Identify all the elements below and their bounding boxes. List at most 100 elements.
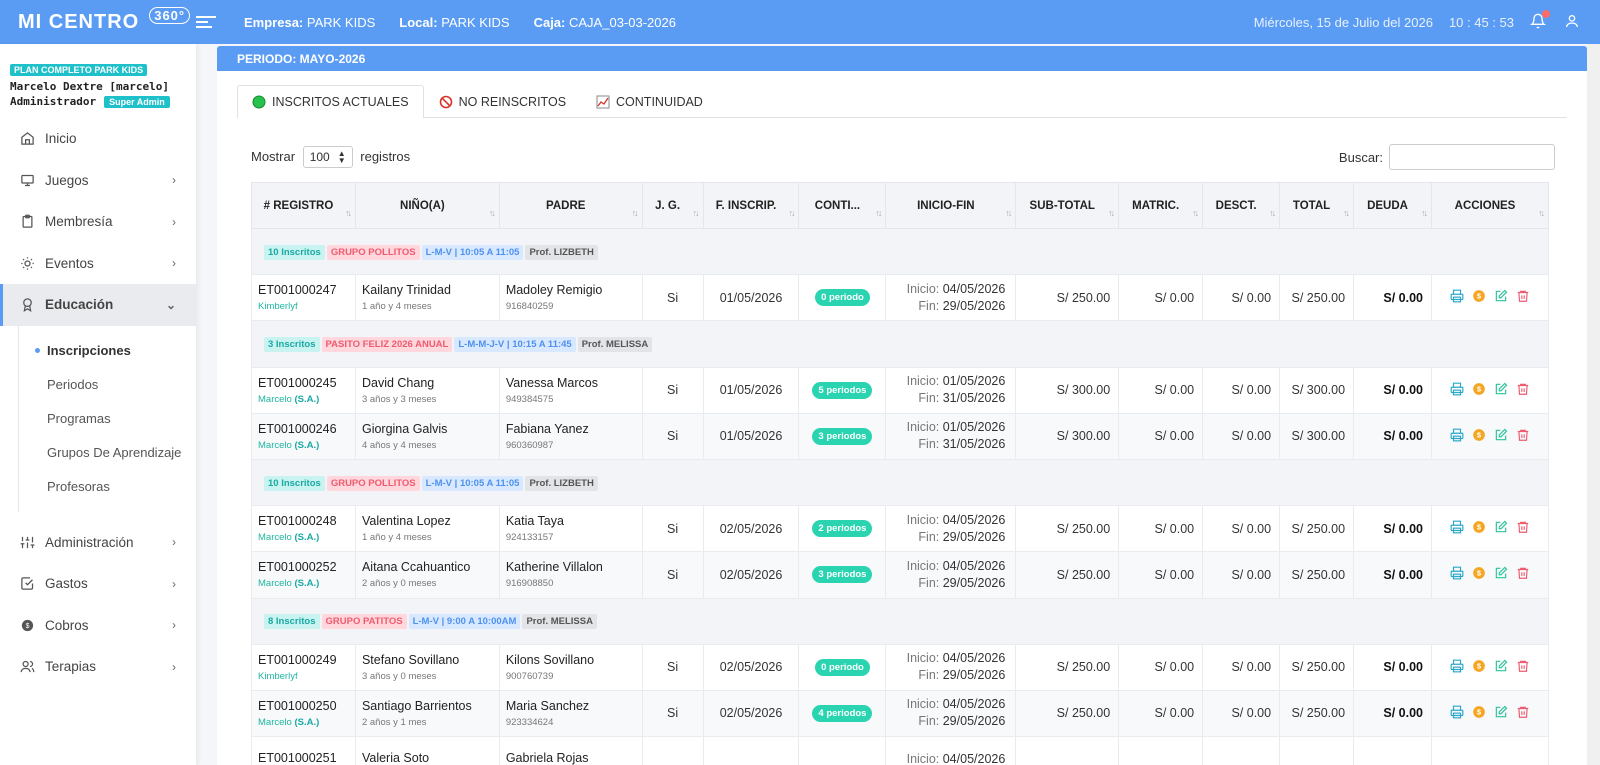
inscription-date-cell: 02/05/2026 — [702, 505, 800, 553]
print-icon[interactable] — [1450, 705, 1464, 722]
sidebar-item-terapias[interactable]: Terapias › — [0, 646, 196, 688]
payment-icon[interactable]: $ — [1472, 659, 1486, 676]
column-header[interactable]: J. G. ↑↓ — [641, 182, 704, 229]
matricula-cell: S/ 0.00 — [1118, 643, 1204, 691]
column-header[interactable]: PADRE ↑↓ — [498, 182, 643, 229]
print-icon[interactable] — [1450, 382, 1464, 399]
continuity-pill: 2 periodos — [812, 520, 873, 538]
submenu-item-grupos[interactable]: Grupos De Aprendizaje — [19, 436, 196, 470]
column-header[interactable]: # REGISTRO ↑↓ — [251, 182, 356, 229]
child-name: David Chang — [361, 375, 435, 390]
trash-icon[interactable] — [1516, 520, 1530, 537]
column-header[interactable]: DEUDA ↑↓ — [1353, 182, 1432, 229]
payment-icon[interactable]: $ — [1472, 705, 1486, 722]
trash-icon[interactable] — [1516, 566, 1530, 583]
debt-cell — [1353, 736, 1432, 765]
user-menu-icon[interactable] — [1564, 13, 1582, 31]
print-icon[interactable] — [1450, 566, 1464, 583]
edit-icon[interactable] — [1494, 428, 1508, 445]
trash-icon[interactable] — [1516, 428, 1530, 445]
payment-icon[interactable]: $ — [1472, 428, 1486, 445]
continuity-pill: 3 periodos — [812, 566, 873, 584]
edit-icon[interactable] — [1494, 705, 1508, 722]
menu-toggle-icon[interactable] — [196, 13, 216, 31]
discount-cell: S/ 0.00 — [1202, 551, 1281, 599]
sidebar-item-juegos[interactable]: Juegos › — [0, 160, 196, 202]
column-header-label: ACCIONES — [1454, 199, 1516, 212]
inscription-date-cell: 01/05/2026 — [702, 274, 800, 322]
notification-bell-icon[interactable] — [1529, 10, 1550, 31]
end-date: 29/05/2026 — [942, 668, 1006, 683]
edit-icon[interactable] — [1494, 659, 1508, 676]
parent-phone: 916840259 — [505, 301, 554, 313]
child-age: 2 años y 1 mes — [361, 716, 427, 728]
print-icon[interactable] — [1450, 428, 1464, 445]
tab-no-reinscritos[interactable]: NO REINSCRITOS — [424, 85, 581, 118]
start-end-cell: Inicio: 04/05/2026 Fin: 29/05/2026 — [885, 689, 1017, 738]
sidebar-item-educacion[interactable]: Educación ⌄ — [0, 284, 196, 326]
super-admin-tag: (S.A.) — [294, 716, 320, 728]
column-header[interactable]: DESCT. ↑↓ — [1202, 182, 1281, 229]
trash-icon[interactable] — [1516, 289, 1530, 306]
submenu-item-periodos[interactable]: Periodos — [19, 368, 196, 402]
start-date: 01/05/2026 — [942, 374, 1006, 389]
column-header[interactable]: ACCIONES ↑↓ — [1430, 182, 1550, 229]
edit-icon[interactable] — [1494, 289, 1508, 306]
parent-cell: Fabiana Yanez 960360987 — [498, 412, 643, 460]
registro-id: ET001000247 — [258, 283, 337, 298]
column-header[interactable]: TOTAL ↑↓ — [1279, 182, 1355, 229]
registro-id: ET001000252 — [258, 560, 337, 575]
sidebar-item-administracion[interactable]: Administración › — [0, 522, 196, 564]
end-line: Fin: 29/05/2026 — [892, 298, 1005, 315]
trash-icon[interactable] — [1516, 382, 1530, 399]
row-actions: $ — [1438, 428, 1542, 445]
trash-icon[interactable] — [1516, 659, 1530, 676]
group-row: 3 Inscritos PASITO FELIZ 2026 ANUAL L-M-M-… — [251, 320, 1549, 368]
edit-icon[interactable] — [1494, 382, 1508, 399]
sidebar-item-inicio[interactable]: Inicio — [0, 118, 196, 160]
child-age: 2 años y 0 meses — [361, 578, 437, 590]
search-input[interactable] — [1389, 144, 1555, 170]
print-icon[interactable] — [1450, 520, 1464, 537]
chevron-right-icon: › — [172, 173, 176, 188]
sidebar-item-eventos[interactable]: Eventos › — [0, 243, 196, 285]
payment-icon[interactable]: $ — [1472, 566, 1486, 583]
tab-label: CONTINUIDAD — [616, 95, 703, 109]
page-scrollbar[interactable] — [1587, 44, 1600, 765]
continuity-cell: 3 periodos — [798, 412, 887, 460]
sort-icon: ↑↓ — [1192, 208, 1199, 218]
column-header[interactable]: NIÑO(A) ↑↓ — [354, 182, 500, 229]
debt-cell: S/ 0.00 — [1353, 551, 1432, 599]
jg-cell: Si — [641, 505, 704, 553]
submenu-item-inscripciones[interactable]: Inscripciones — [19, 334, 196, 368]
edit-icon[interactable] — [1494, 566, 1508, 583]
sidebar-item-membresia[interactable]: Membresía › — [0, 201, 196, 243]
submenu-item-programas[interactable]: Programas — [19, 402, 196, 436]
print-icon[interactable] — [1450, 289, 1464, 306]
payment-icon[interactable]: $ — [1472, 382, 1486, 399]
tab-continuidad[interactable]: CONTINUIDAD — [581, 85, 718, 118]
discount-cell: S/ 0.00 — [1202, 689, 1281, 738]
tab-inscritos-actuales[interactable]: INSCRITOS ACTUALES — [237, 85, 424, 118]
column-header[interactable]: MATRIC. ↑↓ — [1118, 182, 1204, 229]
payment-icon[interactable]: $ — [1472, 520, 1486, 537]
app-logo[interactable]: MI CENTRO 360° — [0, 6, 196, 34]
column-header[interactable]: INICIO-FIN ↑↓ — [885, 182, 1017, 229]
submenu-item-profesoras[interactable]: Profesoras — [19, 470, 196, 504]
total-cell — [1279, 736, 1355, 765]
column-header[interactable]: SUB-TOTAL ↑↓ — [1015, 182, 1120, 229]
column-header[interactable]: CONTI... ↑↓ — [798, 182, 887, 229]
group-cell: 10 Inscritos GRUPO POLLITOS L-M-V | 10:05 … — [251, 458, 1549, 507]
child-age: 3 años y 0 meses — [361, 670, 437, 682]
page-length-select[interactable]: 100 ▲ ▼ — [302, 146, 353, 168]
trash-icon[interactable] — [1516, 705, 1530, 722]
print-icon[interactable] — [1450, 659, 1464, 676]
start-date: 04/05/2026 — [942, 512, 1006, 527]
sidebar-item-cobros[interactable]: $ Cobros › — [0, 605, 196, 647]
payment-icon[interactable]: $ — [1472, 289, 1486, 306]
column-header[interactable]: F. INSCRIP. ↑↓ — [702, 182, 800, 229]
sidebar-item-gastos[interactable]: Gastos › — [0, 563, 196, 605]
registro-cell: ET001000252 Marcelo (S.A.) — [251, 551, 356, 599]
start-line: Inicio: 04/05/2026 — [892, 512, 1006, 529]
edit-icon[interactable] — [1494, 520, 1508, 537]
